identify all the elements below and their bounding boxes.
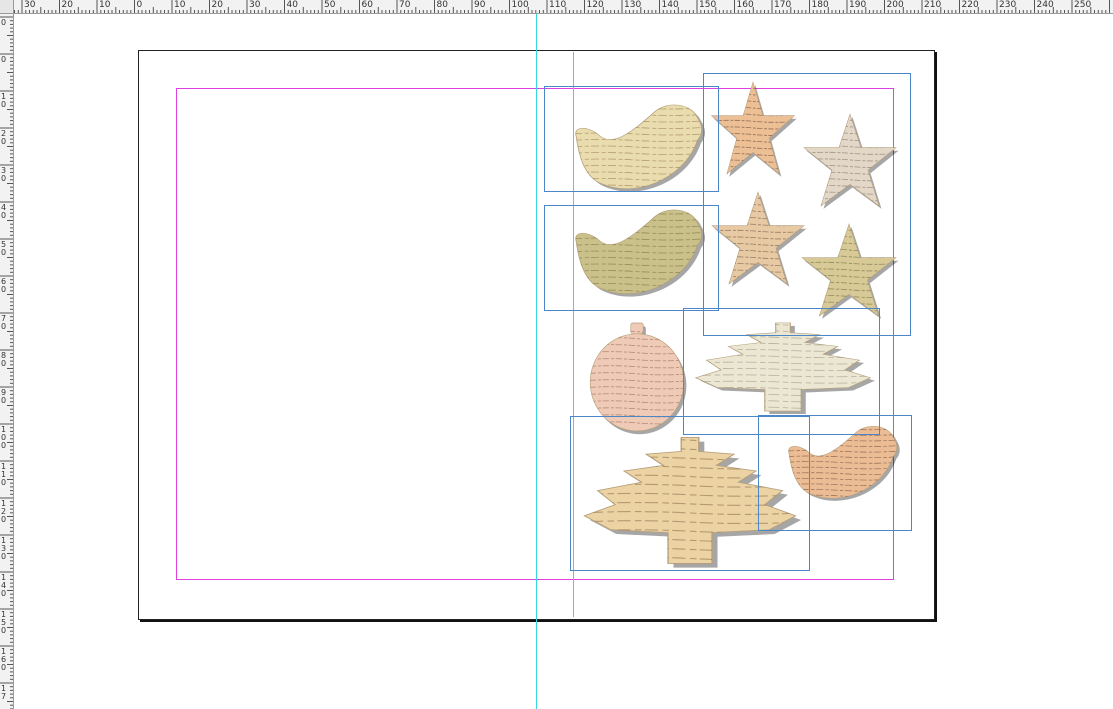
graphic-frame[interactable] — [703, 73, 911, 336]
graphic-frame[interactable] — [758, 415, 912, 531]
graphic-frame[interactable] — [544, 86, 719, 192]
ruler-guide-vertical-1[interactable] — [536, 14, 537, 709]
vruler-ticks — [0, 16, 13, 709]
graphic-frame[interactable] — [544, 205, 719, 311]
bauble-shape — [589, 322, 687, 435]
horizontal-ruler[interactable]: 30 20 10 0 10 20 30 40 50 60 70 80 90 100 110 120 130 140… — [0, 0, 1113, 14]
hruler-ticks — [2, 0, 1110, 13]
vertical-ruler[interactable]: 0 0 10 20 30 40 50 60 70 80 90 100 110 120 130 140 150 16… — [0, 13, 14, 709]
bauble-ornament-script[interactable] — [585, 322, 689, 435]
ruler-origin-corner[interactable] — [0, 0, 14, 14]
